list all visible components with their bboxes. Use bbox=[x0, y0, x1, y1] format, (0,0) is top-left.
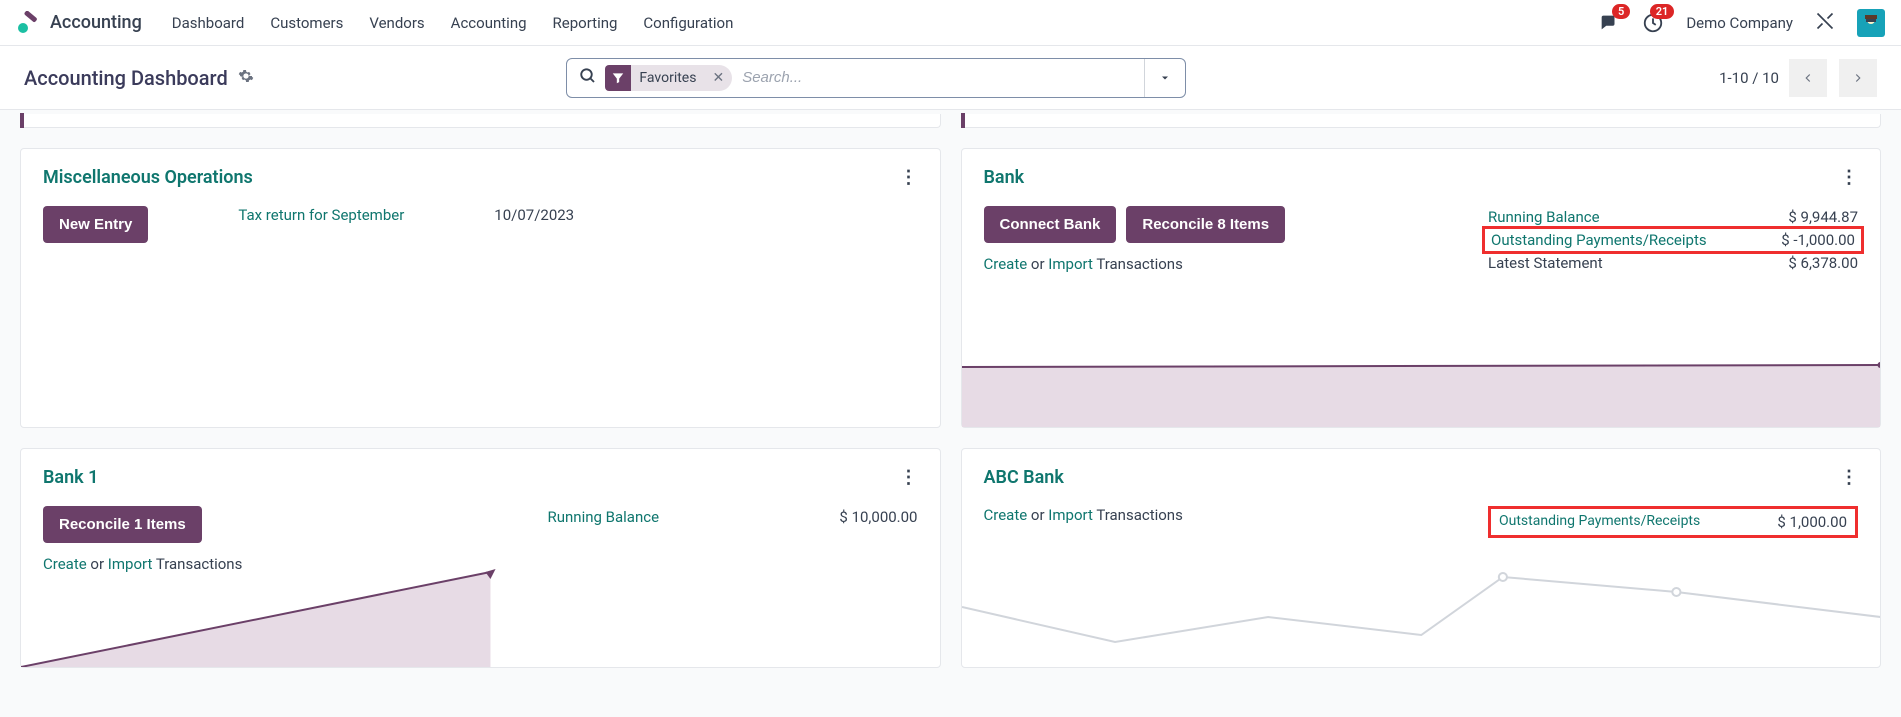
card-title[interactable]: Miscellaneous Operations bbox=[43, 167, 253, 188]
transactions-text: Transactions bbox=[1096, 255, 1183, 273]
card-title[interactable]: Bank 1 bbox=[43, 467, 98, 488]
nav-reporting[interactable]: Reporting bbox=[553, 14, 618, 32]
running-balance-link[interactable]: Running Balance bbox=[1488, 208, 1600, 226]
card-bank: Bank ⋮ Connect Bank Reconcile 8 Items Cr… bbox=[961, 148, 1882, 428]
outstanding-link[interactable]: Outstanding Payments/Receipts bbox=[1491, 231, 1707, 249]
discuss-icon[interactable]: 5 bbox=[1598, 12, 1620, 34]
nav-vendors[interactable]: Vendors bbox=[369, 14, 424, 32]
control-bar: Accounting Dashboard Favorites ✕ 1-10 / … bbox=[0, 46, 1901, 110]
search-box[interactable]: Favorites ✕ bbox=[566, 58, 1186, 98]
activity-icon[interactable]: 21 bbox=[1642, 12, 1664, 34]
card-stub bbox=[961, 114, 1882, 128]
or-text: or bbox=[1031, 506, 1045, 524]
running-balance-value: $ 9,944.87 bbox=[1788, 208, 1858, 226]
outstanding-link[interactable]: Outstanding Payments/Receipts bbox=[1499, 513, 1700, 531]
running-balance-value: $ 10,000.00 bbox=[839, 508, 917, 526]
activity-badge: 21 bbox=[1650, 4, 1675, 19]
company-selector[interactable]: Demo Company bbox=[1686, 14, 1793, 32]
app-name[interactable]: Accounting bbox=[50, 12, 142, 33]
discuss-badge: 5 bbox=[1612, 4, 1630, 19]
search-dropdown-toggle[interactable] bbox=[1145, 72, 1185, 84]
nav-configuration[interactable]: Configuration bbox=[643, 14, 733, 32]
card-abc-bank: ABC Bank ⋮ Create or Import Transactions… bbox=[961, 448, 1882, 668]
gear-icon[interactable] bbox=[238, 68, 254, 88]
kebab-icon[interactable]: ⋮ bbox=[900, 467, 918, 488]
filter-chip-favorites: Favorites ✕ bbox=[605, 65, 732, 91]
card-misc-operations: Miscellaneous Operations ⋮ New Entry Tax… bbox=[20, 148, 941, 428]
card-title[interactable]: Bank bbox=[984, 167, 1025, 188]
funnel-icon bbox=[605, 65, 631, 91]
latest-statement-value: $ 6,378.00 bbox=[1788, 254, 1858, 272]
app-logo bbox=[16, 11, 40, 35]
abc-sparkline bbox=[962, 547, 1881, 667]
outstanding-value: $ 1,000.00 bbox=[1777, 513, 1847, 531]
new-entry-button[interactable]: New Entry bbox=[43, 206, 148, 243]
bank-sparkline bbox=[962, 337, 1881, 427]
page-title: Accounting Dashboard bbox=[24, 66, 228, 90]
latest-statement-label: Latest Statement bbox=[1488, 254, 1603, 272]
card-bank-1: Bank 1 ⋮ Reconcile 1 Items Create or Imp… bbox=[20, 448, 941, 668]
pager-prev[interactable] bbox=[1789, 59, 1827, 97]
reconcile-button[interactable]: Reconcile 8 Items bbox=[1126, 206, 1285, 243]
reconcile-button[interactable]: Reconcile 1 Items bbox=[43, 506, 202, 543]
create-link[interactable]: Create bbox=[984, 506, 1028, 524]
search-icon bbox=[579, 67, 597, 89]
tax-return-link[interactable]: Tax return for September bbox=[238, 206, 404, 224]
tools-icon[interactable] bbox=[1815, 11, 1835, 35]
card-stub bbox=[20, 114, 941, 128]
import-link[interactable]: Import bbox=[1048, 255, 1093, 273]
card-title[interactable]: ABC Bank bbox=[984, 467, 1064, 488]
connect-bank-button[interactable]: Connect Bank bbox=[984, 206, 1117, 243]
kebab-icon[interactable]: ⋮ bbox=[900, 167, 918, 188]
pager-counter[interactable]: 1-10 / 10 bbox=[1719, 69, 1779, 87]
user-avatar[interactable] bbox=[1857, 9, 1885, 37]
nav-accounting[interactable]: Accounting bbox=[451, 14, 527, 32]
filter-chip-label: Favorites bbox=[631, 70, 704, 86]
create-link[interactable]: Create bbox=[984, 255, 1028, 273]
running-balance-link[interactable]: Running Balance bbox=[548, 508, 660, 526]
outstanding-value: $ -1,000.00 bbox=[1781, 231, 1855, 249]
nav-dashboard[interactable]: Dashboard bbox=[172, 14, 245, 32]
transactions-text: Transactions bbox=[1096, 506, 1183, 524]
import-link[interactable]: Import bbox=[1048, 506, 1093, 524]
pager-next[interactable] bbox=[1839, 59, 1877, 97]
nav-customers[interactable]: Customers bbox=[270, 14, 343, 32]
bank1-sparkline bbox=[21, 557, 940, 667]
filter-chip-remove[interactable]: ✕ bbox=[704, 70, 732, 86]
search-input[interactable] bbox=[732, 69, 1136, 86]
top-navbar: Accounting Dashboard Customers Vendors A… bbox=[0, 0, 1901, 46]
kebab-icon[interactable]: ⋮ bbox=[1840, 167, 1858, 188]
or-text: or bbox=[1031, 255, 1045, 273]
tax-return-date: 10/07/2023 bbox=[494, 206, 574, 224]
kebab-icon[interactable]: ⋮ bbox=[1840, 467, 1858, 488]
